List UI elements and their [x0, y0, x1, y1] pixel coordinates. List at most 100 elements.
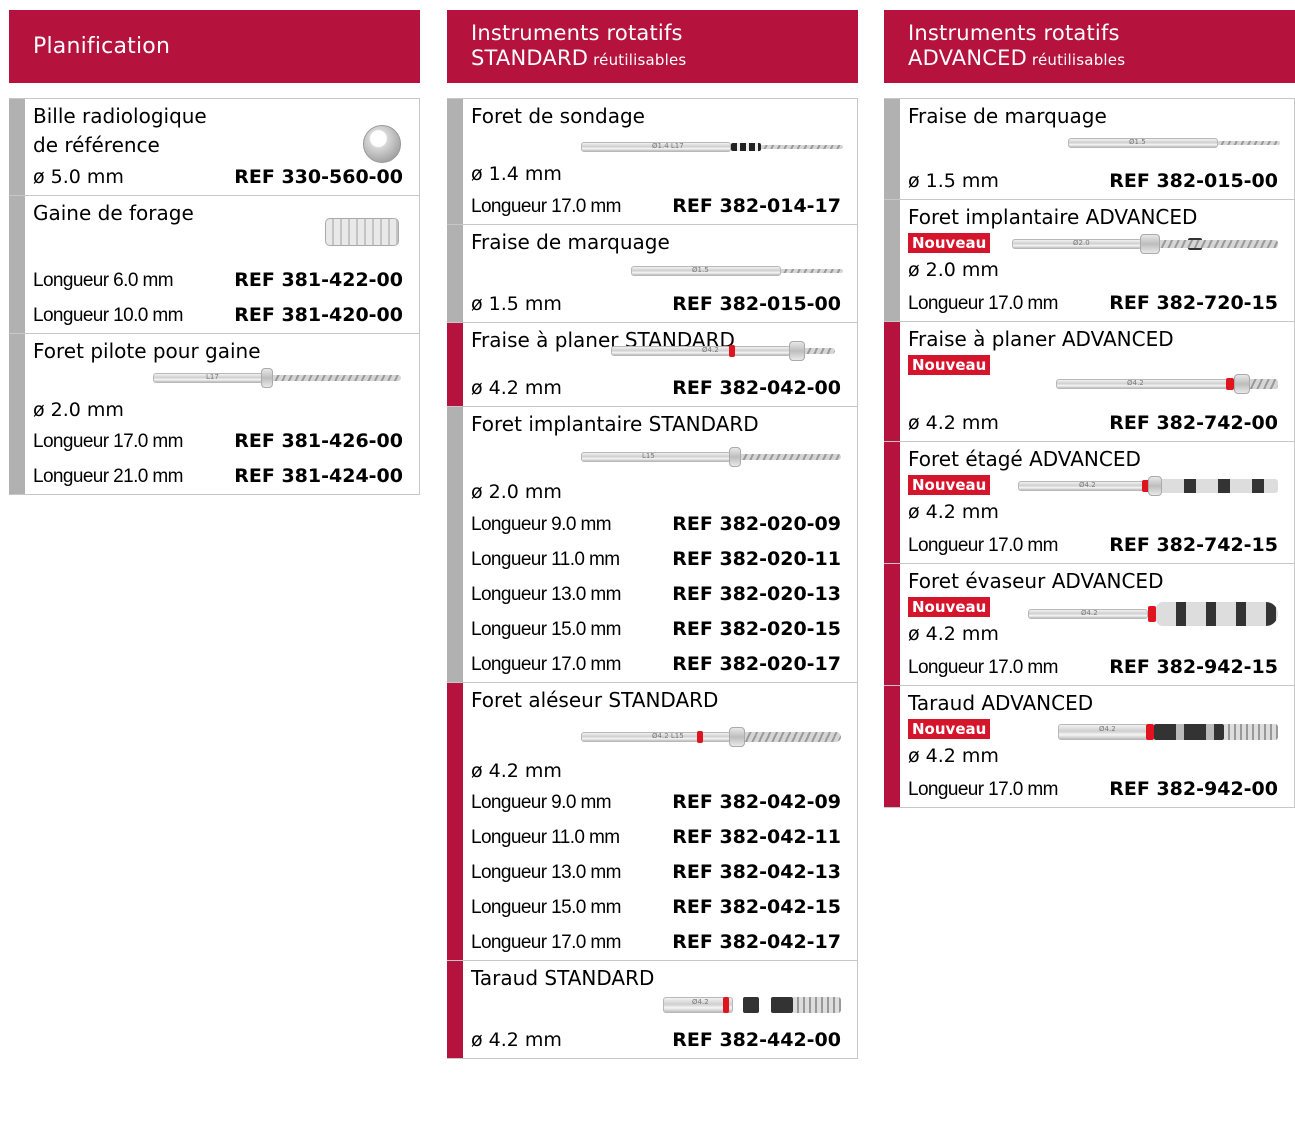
column-title: Instruments rotatifs: [908, 20, 1120, 45]
tool-marking: Ø2.0: [1073, 239, 1090, 247]
reference-code: REF 382-015-00: [1109, 170, 1278, 192]
product-block: Foret aléseur STANDARD Ø4.2 L15 ø 4.2 mm…: [447, 683, 857, 961]
product-title: Taraud ADVANCED: [908, 691, 1094, 715]
reference-code: REF 382-014-17: [672, 195, 841, 217]
diameter-value: ø 4.2 mm: [908, 623, 999, 645]
spec-value: Longueur 9.0 mm: [471, 792, 612, 813]
spec-value: ø 4.2 mm: [471, 1029, 562, 1051]
spec-row: Longueur 15.0 mm REF 382-042-15: [471, 890, 857, 925]
category-bar: [447, 961, 463, 1058]
reference-code: REF 382-942-15: [1109, 656, 1278, 678]
spec-row: ø 4.2 mm REF 382-442-00: [471, 1023, 857, 1058]
spec-value: Longueur 17.0 mm: [908, 779, 1058, 800]
spec-row: Longueur 17.0 mm REF 382-942-00: [908, 772, 1294, 807]
product-block: Foret de sondage Ø1.4 L17 ø 1.4 mm Longu…: [447, 99, 857, 225]
spec-value: ø 4.2 mm: [908, 412, 999, 434]
spec-value: Longueur 17.0 mm: [908, 657, 1058, 678]
product-image-area: Ø1.5: [471, 257, 857, 287]
spec-row: Longueur 17.0 mm REF 382-020-17: [471, 647, 857, 682]
tool-marking: L15: [642, 452, 655, 460]
category-bar: [884, 322, 900, 441]
spec-row: Longueur 13.0 mm REF 382-020-13: [471, 577, 857, 612]
product-image-area: Nouveau Ø4.2: [908, 596, 1294, 626]
reference-code: REF 382-042-09: [672, 791, 841, 813]
spec-row: Longueur 21.0 mm REF 381-424-00: [33, 459, 419, 494]
diameter-value: ø 2.0 mm: [33, 399, 124, 421]
spec-value: ø 4.2 mm: [471, 377, 562, 399]
reference-code: REF 382-042-17: [672, 931, 841, 953]
spec-value: Longueur 9.0 mm: [471, 514, 612, 535]
product-block: Bille radiologique de référence ø 5.0 mm…: [9, 99, 419, 196]
product-block: Fraise à planer STANDARD Ø4.2 ø 4.2 mm R…: [447, 323, 857, 407]
spec-row: Longueur 17.0 mm REF 382-720-15: [908, 286, 1294, 321]
tool-marking: Ø4.2: [1081, 609, 1098, 617]
diameter-value: ø 4.2 mm: [908, 745, 999, 767]
product-title-line: Bille radiologique: [33, 104, 207, 128]
column-header: Planification: [9, 10, 420, 83]
planing-drill-image: Ø4.2: [1056, 374, 1280, 394]
spec-value: Longueur 11.0 mm: [471, 549, 620, 570]
pilot-drill-image: L17: [153, 368, 403, 388]
spec-row: Longueur 6.0 mm REF 381-422-00: [33, 263, 419, 298]
spec-value: Longueur 11.0 mm: [471, 827, 620, 848]
product-title-line: Foret pilote pour gaine: [33, 339, 261, 363]
product-image-area: Nouveau Ø4.2: [908, 354, 1294, 406]
reference-code: REF 382-020-09: [672, 513, 841, 535]
tool-marking: Ø4.2 L15: [652, 732, 684, 740]
tap-image: Ø4.2: [663, 997, 843, 1013]
planing-drill-image: Ø4.2: [611, 341, 841, 361]
product-list: Fraise de marquage Ø1.5 ø 1.5 mm REF 382…: [884, 98, 1295, 808]
product-image-area: L15: [471, 439, 857, 477]
column-subtitle-small: réutilisables: [588, 50, 687, 69]
spec-row: Longueur 17.0 mm REF 382-042-17: [471, 925, 857, 960]
diameter-row: ø 2.0 mm: [33, 396, 419, 424]
spec-value: Longueur 17.0 mm: [471, 654, 621, 675]
category-bar: [447, 407, 463, 682]
product-image-area: Ø1.4 L17: [471, 131, 857, 159]
product-image-area: Nouveau Ø4.2: [908, 474, 1294, 496]
product-image-area: Ø4.2: [471, 993, 857, 1023]
product-title: Foret étagé ADVANCED: [908, 447, 1141, 471]
product-image-area: L17: [33, 366, 419, 396]
product-image-area: Ø4.2 L15: [471, 715, 857, 757]
product-title: Foret aléseur STANDARD: [471, 688, 719, 712]
column-subtitle-main: ADVANCED: [908, 45, 1027, 70]
spec-row: ø 1.5 mm REF 382-015-00: [908, 164, 1294, 199]
product-list: Foret de sondage Ø1.4 L17 ø 1.4 mm Longu…: [447, 98, 858, 1059]
tool-marking: Ø4.2: [1099, 725, 1116, 733]
diameter-value: ø 4.2 mm: [471, 760, 562, 782]
diameter-row: ø 4.2 mm: [471, 757, 857, 785]
product-title-line: de référence: [33, 133, 160, 157]
radiologic-ball-image: [363, 125, 401, 163]
spec-row: ø 5.0 mm REF 330-560-00: [33, 160, 419, 195]
spec-value: Longueur 21.0 mm: [33, 466, 183, 487]
reference-code: REF 382-042-13: [672, 861, 841, 883]
new-badge: Nouveau: [908, 719, 991, 739]
tool-marking: Ø4.2: [1079, 481, 1096, 489]
spec-row: Longueur 9.0 mm REF 382-020-09: [471, 507, 857, 542]
spec-value: Longueur 17.0 mm: [471, 932, 621, 953]
spec-value: ø 1.5 mm: [908, 170, 999, 192]
product-block: Fraise de marquage Ø1.5 ø 1.5 mm REF 382…: [884, 99, 1294, 200]
column-standard: Instruments rotatifs STANDARD réutilisab…: [447, 10, 858, 1059]
reference-code: REF 382-742-00: [1109, 412, 1278, 434]
product-block: Fraise de marquage Ø1.5 ø 1.5 mm REF 382…: [447, 225, 857, 323]
diameter-value: ø 1.4 mm: [471, 163, 562, 185]
probe-drill-image: Ø1.4 L17: [581, 139, 843, 155]
product-image-area: Ø1.5: [908, 131, 1294, 164]
column-subtitle: ADVANCED réutilisables: [908, 46, 1295, 73]
spec-row: Longueur 17.0 mm REF 381-426-00: [33, 424, 419, 459]
category-bar: [9, 99, 25, 195]
product-title: Foret pilote pour gaine: [33, 334, 419, 366]
diameter-row: ø 2.0 mm: [908, 254, 1294, 286]
product-title: Fraise à planer ADVANCED: [908, 327, 1174, 351]
reference-code: REF 330-560-00: [234, 166, 403, 188]
countersink-drill-image: Ø4.2: [1028, 602, 1280, 626]
column-subtitle: STANDARD réutilisables: [471, 46, 858, 73]
category-bar: [884, 200, 900, 321]
product-title: Foret implantaire STANDARD: [471, 412, 759, 436]
reference-code: REF 382-020-15: [672, 618, 841, 640]
step-drill-image: Ø4.2: [1018, 476, 1280, 496]
tool-marking: Ø4.2: [1127, 379, 1144, 387]
tool-marking: Ø4.2: [702, 346, 719, 354]
